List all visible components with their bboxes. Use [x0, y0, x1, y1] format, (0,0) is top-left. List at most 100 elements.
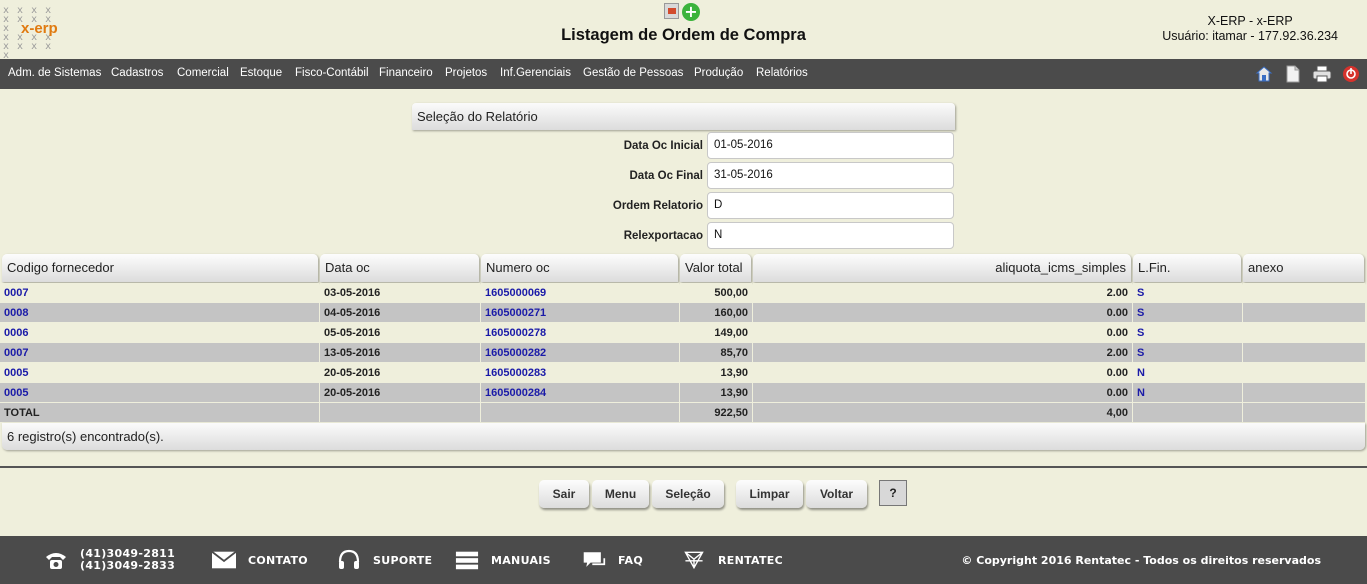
cell-numero[interactable]: 1605000069 [481, 283, 679, 302]
column-header-numero-oc[interactable]: Numero oc [481, 254, 678, 282]
help-button[interactable]: ? [879, 480, 907, 506]
cell-valor: 149,00 [680, 323, 752, 342]
column-header-valor-total[interactable]: Valor total [680, 254, 751, 282]
nav-item-adm-sistemas[interactable]: Adm. de Sistemas [8, 67, 101, 79]
cell-aliquota: 0.00 [753, 383, 1132, 402]
cell-fornecedor[interactable]: 0006 [0, 323, 319, 342]
cell-fornecedor[interactable]: 0007 [0, 283, 319, 302]
system-name: X-ERP - x-ERP [1207, 14, 1293, 28]
print-icon[interactable] [1312, 64, 1332, 84]
cell-data: 03-05-2016 [320, 283, 480, 302]
home-icon[interactable] [1254, 64, 1274, 84]
footer-contato[interactable]: CONTATO [212, 536, 308, 584]
nav-item-inf-gerenciais[interactable]: Inf.Gerenciais [500, 67, 571, 79]
menu-button[interactable]: Menu [592, 480, 649, 508]
column-header-anexo[interactable]: anexo [1243, 254, 1364, 282]
cell-anexo [1243, 323, 1365, 342]
cell-data: 20-05-2016 [320, 363, 480, 382]
column-header-lfin[interactable]: L.Fin. [1133, 254, 1241, 282]
field-label-data-inicial: Data Oc Inicial [623, 140, 703, 152]
cell-lfin[interactable]: N [1133, 383, 1242, 402]
cell-valor: 160,00 [680, 303, 752, 322]
cell-fornecedor[interactable]: 0008 [0, 303, 319, 322]
selection-panel-header: Seleção do Relatório [412, 103, 955, 130]
cell-lfin[interactable]: S [1133, 303, 1242, 322]
mail-icon [212, 548, 236, 572]
cell-anexo [1243, 383, 1365, 402]
cell-numero[interactable]: 1605000284 [481, 383, 679, 402]
column-header-aliquota[interactable]: aliquota_icms_simples [753, 254, 1131, 282]
data-final-field[interactable]: 31-05-2016 [707, 162, 954, 189]
cell-data: 20-05-2016 [320, 383, 480, 402]
nav-item-fisco-contabil[interactable]: Fisco-Contábil [295, 67, 369, 79]
add-icon[interactable]: + [682, 3, 700, 21]
cell-fornecedor[interactable]: 0005 [0, 363, 319, 382]
footer-rentatec[interactable]: RENTATEC [682, 536, 783, 584]
cell-fornecedor[interactable]: 0007 [0, 343, 319, 362]
phone-icon [44, 548, 68, 572]
footer-faq[interactable]: FAQ [582, 536, 643, 584]
phone-numbers: (41)3049-2811 (41)3049-2833 [80, 548, 175, 572]
contato-link[interactable]: CONTATO [248, 554, 308, 567]
cell-aliquota: 0.00 [753, 363, 1132, 382]
nav-item-producao[interactable]: Produção [694, 67, 743, 79]
cell-numero[interactable]: 1605000283 [481, 363, 679, 382]
rentatec-logo-icon [682, 548, 706, 572]
selecao-button[interactable]: Seleção [652, 480, 724, 508]
data-inicial-field[interactable]: 01-05-2016 [707, 132, 954, 159]
column-header-fornecedor[interactable]: Codigo fornecedor [2, 254, 318, 282]
nav-item-comercial[interactable]: Comercial [177, 67, 229, 79]
total-empty [320, 403, 480, 422]
nav-item-cadastros[interactable]: Cadastros [111, 67, 163, 79]
rentatec-link[interactable]: RENTATEC [718, 554, 783, 567]
faq-link[interactable]: FAQ [618, 554, 643, 567]
header: x x x xx x x x xx x x xx x x x xx x x x … [0, 0, 1367, 70]
footer: (41)3049-2811 (41)3049-2833 CONTATO SUPO… [0, 536, 1367, 584]
table-total-row: TOTAL 922,50 4,00 [0, 403, 1367, 423]
footer-suporte[interactable]: SUPORTE [337, 536, 432, 584]
suporte-link[interactable]: SUPORTE [373, 554, 432, 567]
cell-anexo [1243, 343, 1365, 362]
relexportacao-field[interactable]: N [707, 222, 954, 249]
ordem-relatorio-field[interactable]: D [707, 192, 954, 219]
cell-lfin[interactable]: S [1133, 323, 1242, 342]
sair-button[interactable]: Sair [539, 480, 589, 508]
cell-numero[interactable]: 1605000282 [481, 343, 679, 362]
logout-icon[interactable] [1341, 64, 1361, 84]
books-icon [455, 548, 479, 572]
column-header-data-oc[interactable]: Data oc [320, 254, 479, 282]
voltar-button[interactable]: Voltar [806, 480, 867, 508]
cell-lfin[interactable]: S [1133, 283, 1242, 302]
cell-numero[interactable]: 1605000271 [481, 303, 679, 322]
nav-item-financeiro[interactable]: Financeiro [379, 67, 433, 79]
cell-fornecedor[interactable]: 0005 [0, 383, 319, 402]
header-actions: + [664, 3, 700, 21]
nav-item-estoque[interactable]: Estoque [240, 67, 282, 79]
cell-aliquota: 0.00 [753, 323, 1132, 342]
phone-2: (41)3049-2833 [80, 559, 176, 572]
user-info: Usuário: itamar - 177.92.36.234 [1162, 29, 1338, 43]
result-count: 6 registro(s) encontrado(s). [2, 423, 1365, 450]
nav-tools [1254, 64, 1361, 84]
field-label-data-final: Data Oc Final [629, 170, 704, 182]
table-row: 0006 05-05-2016 1605000278 149,00 0.00 S [0, 323, 1367, 343]
table-row: 0005 20-05-2016 1605000283 13,90 0.00 N [0, 363, 1367, 383]
nav-item-relatorios[interactable]: Relatórios [756, 67, 808, 79]
table-row: 0005 20-05-2016 1605000284 13,90 0.00 N [0, 383, 1367, 403]
cell-lfin[interactable]: N [1133, 363, 1242, 382]
cell-valor: 13,90 [680, 363, 752, 382]
limpar-button[interactable]: Limpar [736, 480, 803, 508]
cell-numero[interactable]: 1605000278 [481, 323, 679, 342]
manuais-link[interactable]: MANUAIS [491, 554, 551, 567]
cell-anexo [1243, 303, 1365, 322]
cell-aliquota: 2.00 [753, 343, 1132, 362]
export-document-icon[interactable] [664, 3, 679, 19]
nav-item-gestao-pessoas[interactable]: Gestão de Pessoas [583, 67, 683, 79]
document-icon[interactable] [1283, 64, 1303, 84]
cell-data: 13-05-2016 [320, 343, 480, 362]
copyright-text: © Copyright 2016 Rentatec - Todos os dir… [961, 554, 1321, 567]
cell-lfin[interactable]: S [1133, 343, 1242, 362]
nav-item-projetos[interactable]: Projetos [445, 67, 487, 79]
system-info: X-ERP - x-ERP Usuário: itamar - 177.92.3… [1162, 14, 1338, 44]
footer-manuais[interactable]: MANUAIS [455, 536, 551, 584]
